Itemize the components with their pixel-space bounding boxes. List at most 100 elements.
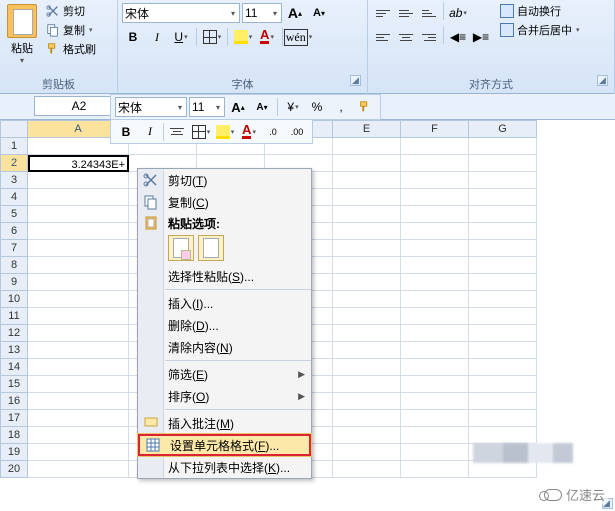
paste-button[interactable]: 粘贴 ▾: [4, 2, 40, 75]
dialog-launcher-icon[interactable]: ◢: [350, 75, 361, 86]
cell[interactable]: [469, 427, 537, 444]
cell[interactable]: [401, 274, 469, 291]
ctx-delete[interactable]: 删除(D)...: [138, 314, 311, 336]
cell[interactable]: [28, 461, 129, 478]
align-middle-button[interactable]: [395, 2, 417, 24]
mini-borders[interactable]: ▾: [190, 121, 212, 143]
cell[interactable]: [469, 206, 537, 223]
cell[interactable]: [28, 206, 129, 223]
wrap-text-button[interactable]: 自动换行: [498, 2, 582, 20]
cell[interactable]: [333, 461, 401, 478]
cell[interactable]: [469, 291, 537, 308]
cell[interactable]: [28, 410, 129, 427]
ctx-insert[interactable]: 插入(I)...: [138, 292, 311, 314]
row-header[interactable]: 13: [0, 342, 28, 359]
increase-indent-button[interactable]: ▶≡: [470, 26, 492, 48]
cell[interactable]: [401, 376, 469, 393]
row-header[interactable]: 17: [0, 410, 28, 427]
cell[interactable]: [469, 189, 537, 206]
cell[interactable]: [28, 393, 129, 410]
cell[interactable]: [333, 155, 401, 172]
cell[interactable]: [333, 359, 401, 376]
cell[interactable]: [333, 444, 401, 461]
mini-decrease-font[interactable]: A▾: [251, 96, 273, 118]
mini-font-color[interactable]: A▾: [238, 121, 260, 143]
increase-font-button[interactable]: A▴: [284, 2, 306, 24]
cell[interactable]: [28, 427, 129, 444]
row-header[interactable]: 4: [0, 189, 28, 206]
cell[interactable]: [401, 308, 469, 325]
cell[interactable]: [469, 257, 537, 274]
mini-increase-decimal[interactable]: .0: [262, 121, 284, 143]
ctx-cut[interactable]: 剪切(T): [138, 169, 311, 191]
align-center-button[interactable]: [395, 26, 417, 48]
underline-button[interactable]: U▾: [170, 26, 192, 48]
ctx-insert-comment[interactable]: 插入批注(M): [138, 412, 311, 434]
column-header[interactable]: F: [401, 120, 469, 138]
cell[interactable]: [333, 257, 401, 274]
cell[interactable]: [469, 172, 537, 189]
row-header[interactable]: 8: [0, 257, 28, 274]
mini-fill-color[interactable]: ▾: [214, 121, 236, 143]
row-header[interactable]: 19: [0, 444, 28, 461]
cell[interactable]: [333, 274, 401, 291]
cell[interactable]: [401, 257, 469, 274]
mini-accounting-format[interactable]: ¥▾: [282, 96, 304, 118]
row-header[interactable]: 14: [0, 359, 28, 376]
cell[interactable]: [469, 359, 537, 376]
active-cell[interactable]: 3.24343E+: [28, 155, 129, 172]
cell[interactable]: [469, 308, 537, 325]
cell[interactable]: [333, 308, 401, 325]
cell[interactable]: [333, 240, 401, 257]
select-all-corner[interactable]: [0, 120, 28, 138]
row-header[interactable]: 9: [0, 274, 28, 291]
dialog-launcher-icon[interactable]: ◢: [597, 75, 608, 86]
row-header[interactable]: 15: [0, 376, 28, 393]
row-header[interactable]: 11: [0, 308, 28, 325]
mini-italic[interactable]: I: [139, 121, 161, 143]
cell[interactable]: [333, 427, 401, 444]
row-header[interactable]: 18: [0, 427, 28, 444]
ctx-sort[interactable]: 排序(O) ▶: [138, 385, 311, 407]
column-header[interactable]: E: [333, 120, 401, 138]
cell[interactable]: [28, 257, 129, 274]
cell[interactable]: [28, 274, 129, 291]
cell[interactable]: [469, 342, 537, 359]
cell[interactable]: [28, 325, 129, 342]
row-header[interactable]: 16: [0, 393, 28, 410]
cell[interactable]: [28, 189, 129, 206]
cell[interactable]: [333, 189, 401, 206]
cell[interactable]: [401, 325, 469, 342]
cell[interactable]: [401, 138, 469, 155]
cell[interactable]: [28, 240, 129, 257]
cell[interactable]: [401, 427, 469, 444]
mini-decrease-decimal[interactable]: .00: [286, 121, 308, 143]
ctx-copy[interactable]: 复制(C): [138, 191, 311, 213]
cell[interactable]: [469, 138, 537, 155]
cell[interactable]: [401, 155, 469, 172]
align-left-button[interactable]: [372, 26, 394, 48]
paste-option-all[interactable]: [168, 235, 194, 261]
mini-bold[interactable]: B: [115, 121, 137, 143]
mini-increase-font[interactable]: A▴: [227, 96, 249, 118]
cell[interactable]: [333, 393, 401, 410]
cell[interactable]: [401, 410, 469, 427]
merge-center-button[interactable]: 合并后居中 ▾: [498, 21, 582, 39]
mini-comma[interactable]: ,: [330, 96, 352, 118]
italic-button[interactable]: I: [146, 26, 168, 48]
cell[interactable]: [401, 206, 469, 223]
row-header[interactable]: 20: [0, 461, 28, 478]
cell[interactable]: [469, 155, 537, 172]
align-top-button[interactable]: [372, 2, 394, 24]
cell[interactable]: [333, 410, 401, 427]
row-header[interactable]: 2: [0, 155, 28, 172]
row-header[interactable]: 1: [0, 138, 28, 155]
decrease-indent-button[interactable]: ◀≡: [447, 26, 469, 48]
row-header[interactable]: 12: [0, 325, 28, 342]
cell[interactable]: [469, 240, 537, 257]
ctx-clear[interactable]: 清除内容(N): [138, 336, 311, 358]
cell[interactable]: [333, 138, 401, 155]
cell[interactable]: [469, 410, 537, 427]
font-size-combo[interactable]: 11 ▾: [242, 3, 282, 23]
cell[interactable]: [333, 325, 401, 342]
